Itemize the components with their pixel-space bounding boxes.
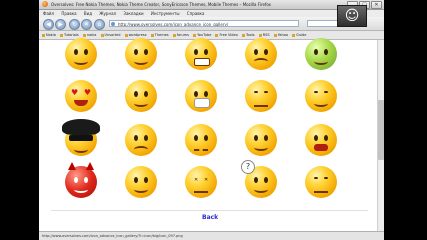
shrugging-smiley-icon[interactable] (125, 80, 157, 112)
scrollbar-thumb[interactable] (378, 100, 384, 160)
status-text: http://www.oversolves.com/icon_advance_i… (42, 234, 183, 238)
firefox-icon (42, 1, 48, 7)
site-icon (111, 22, 115, 26)
page-content: ♥ ♥ ✕ ✕ ? Back (39, 38, 384, 231)
bookmark-item[interactable]: Yahoo (274, 31, 288, 39)
smiling-smiley-icon[interactable] (245, 124, 277, 156)
grimacing-smiley-icon[interactable] (185, 124, 217, 156)
smiley-with-bandage-icon[interactable] (125, 38, 157, 70)
stop-icon[interactable]: ✕ (81, 19, 92, 30)
unamused-smiley-icon[interactable] (245, 80, 277, 112)
close-button[interactable]: ✕ (371, 1, 382, 9)
heart-eyes-smiley-icon[interactable]: ♥ ♥ (65, 80, 97, 112)
afro-sunglasses-smiley-icon[interactable] (62, 119, 100, 156)
site-logo-icon: ☺ (337, 5, 367, 27)
title-bar: Oversolves: Free Nokia Themes, Nokia The… (39, 0, 384, 10)
crying-smiley-icon[interactable] (245, 38, 277, 70)
window-title: Oversolves: Free Nokia Themes, Nokia The… (51, 2, 272, 7)
dizzy-smiley-icon[interactable]: ✕ ✕ (185, 166, 217, 198)
screaming-smiley-icon[interactable] (305, 124, 337, 156)
back-arrow-icon[interactable]: ◀ (43, 19, 54, 30)
browser-window: Oversolves: Free Nokia Themes, Nokia The… (39, 0, 384, 240)
status-bar: http://www.oversolves.com/icon_advance_i… (39, 231, 384, 240)
drooling-smiley-icon[interactable] (125, 166, 157, 198)
grinning-smiley-icon[interactable] (65, 38, 97, 70)
reload-icon[interactable]: ↻ (69, 19, 80, 30)
bookmark-item[interactable]: Themes (151, 31, 169, 39)
mask-smiley-icon[interactable] (185, 80, 217, 112)
smirking-smiley-icon[interactable] (305, 80, 337, 112)
sleepy-smiley-icon[interactable] (305, 166, 337, 198)
forward-arrow-icon[interactable]: ▶ (55, 19, 66, 30)
vertical-scrollbar[interactable] (377, 40, 384, 231)
back-link[interactable]: Back (202, 214, 218, 221)
devil-smiley-icon[interactable] (65, 162, 97, 198)
worried-smiley-icon[interactable] (125, 124, 157, 156)
green-sick-smiley-icon[interactable] (305, 38, 337, 70)
home-icon[interactable]: ⌂ (94, 19, 105, 30)
bookmark-item[interactable]: Guide (292, 31, 306, 39)
menu-view[interactable]: Вид (84, 11, 92, 16)
divider (51, 210, 368, 211)
menu-bar: Файл Правка Вид Журнал Закладки Инструме… (39, 10, 384, 17)
menu-help[interactable]: Справка (187, 11, 205, 16)
bookmark-item[interactable]: Free Video (215, 31, 237, 39)
bookmark-item[interactable]: Tools (242, 31, 255, 39)
bookmark-item[interactable]: Nokia (42, 31, 56, 39)
menu-bookmarks[interactable]: Закладки (123, 11, 143, 16)
bookmark-item[interactable]: Unsorted (101, 31, 121, 39)
bookmark-item[interactable]: forums (173, 31, 189, 39)
menu-file[interactable]: Файл (43, 11, 54, 16)
menu-tools[interactable]: Инструменты (151, 11, 180, 16)
big-teeth-smiley-icon[interactable] (185, 38, 217, 70)
address-bar[interactable]: http://www.oversolves.com/icon_advance_i… (109, 20, 299, 27)
bookmarks-toolbar: Nokia Tutorials nokia Unsorted wordpress… (39, 31, 384, 40)
menu-edit[interactable]: Правка (61, 11, 76, 16)
navigation-toolbar: ◀ ▶ ↻ ✕ ⌂ http://www.oversolves.com/icon… (39, 17, 384, 31)
menu-history[interactable]: Журнал (99, 11, 116, 16)
address-text: http://www.oversolves.com/icon_advance_i… (118, 22, 229, 27)
confused-question-smiley-icon[interactable]: ? (241, 160, 277, 198)
